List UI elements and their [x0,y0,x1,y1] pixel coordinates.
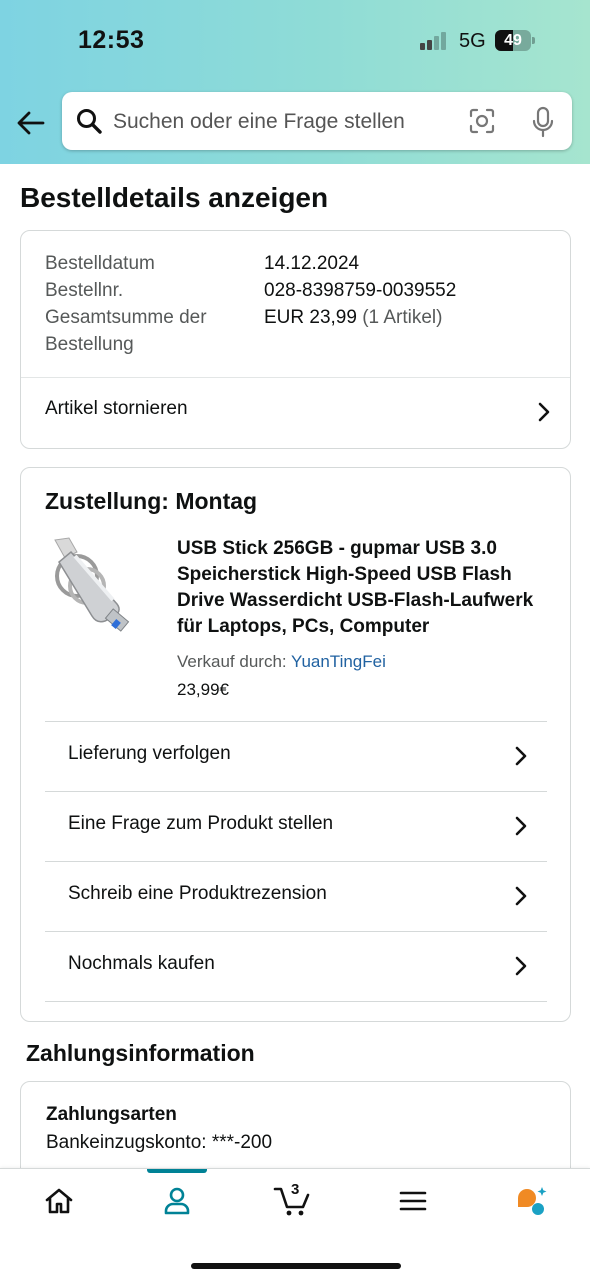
person-icon [164,1187,190,1215]
payment-section-title: Zahlungsinformation [26,1040,255,1066]
seller-link[interactable]: YuanTingFei [291,652,386,671]
search-bar[interactable]: Suchen oder eine Frage stellen [62,92,572,150]
ask-question-row[interactable]: Eine Frage zum Produkt stellen [45,792,547,862]
order-date-value: 14.12.2024 [264,253,360,274]
cancel-items-row[interactable]: Artikel stornieren [21,378,570,448]
write-review-row[interactable]: Schreib eine Produktrezension [45,862,547,932]
buy-again-row[interactable]: Nochmals kaufen [45,932,547,1002]
product-price: 23,99€ [177,680,229,699]
write-review-label: Schreib eine Produktrezension [68,883,327,904]
order-total: EUR 23,99 (1 Artikel) [264,304,442,331]
order-number-value: 028-8398759-0039552 [264,280,457,301]
cancel-items-label: Artikel stornieren [45,398,188,419]
order-summary-card: Bestelldatum 14.12.2024 Bestellnr. 028-8… [20,230,571,449]
network-type: 5G [459,30,486,52]
assistant-icon [518,1187,547,1215]
order-item-count: (1 Artikel) [362,307,443,328]
battery-icon: 49 [495,30,535,51]
seller-info: Verkauf durch: YuanTingFei [177,652,386,672]
tab-home[interactable] [19,1169,99,1239]
payment-method-label: Zahlungsarten [46,1104,177,1125]
tab-menu[interactable] [373,1169,453,1239]
payment-method-value: Bankeinzugskonto: ***-200 [46,1132,273,1153]
chevron-right-icon [513,884,529,908]
ask-question-label: Eine Frage zum Produkt stellen [68,813,334,834]
status-time: 12:53 [78,26,145,54]
tab-cart[interactable]: 3 [255,1169,335,1239]
search-input[interactable]: Suchen oder eine Frage stellen [113,110,405,134]
delivery-card: Zustellung: Montag USB Stick 256GB - gup… [20,467,571,1022]
page-title: Bestelldetails anzeigen [20,182,329,213]
divider [45,1001,547,1002]
tab-account[interactable] [137,1169,217,1239]
order-total-value: EUR 23,99 [264,307,357,328]
battery-level: 49 [504,32,522,49]
cart-count: 3 [291,1181,300,1198]
product-image[interactable] [47,534,155,646]
cellular-signal-icon [420,32,450,50]
back-arrow-icon[interactable] [14,106,48,140]
camera-scan-icon[interactable] [468,107,496,135]
home-indicator [191,1263,401,1269]
chevron-right-icon [536,400,552,424]
bottom-tab-bar: 3 [0,1168,590,1280]
search-icon [76,108,102,134]
buy-again-label: Nochmals kaufen [68,953,215,974]
product-title[interactable]: USB Stick 256GB - gupmar USB 3.0 Speiche… [177,536,547,640]
track-delivery-row[interactable]: Lieferung verfolgen [45,722,547,792]
microphone-icon[interactable] [530,106,556,138]
chevron-right-icon [513,954,529,978]
menu-icon [399,1191,427,1211]
tab-assistant[interactable] [491,1169,571,1239]
order-number-label: Bestellnr. [45,280,124,301]
order-total-label: Gesamtsumme der Bestellung [45,307,207,355]
delivery-title: Zustellung: Montag [45,488,258,514]
seller-prefix: Verkauf durch: [177,652,292,671]
status-bar: 12:53 5G 49 [0,0,590,80]
order-date-label: Bestelldatum [45,253,155,274]
app-header: 12:53 5G 49 Suchen oder eine Frage stell… [0,0,590,164]
chevron-right-icon [513,814,529,838]
track-delivery-label: Lieferung verfolgen [68,743,231,764]
home-icon [45,1188,73,1214]
chevron-right-icon [513,744,529,768]
